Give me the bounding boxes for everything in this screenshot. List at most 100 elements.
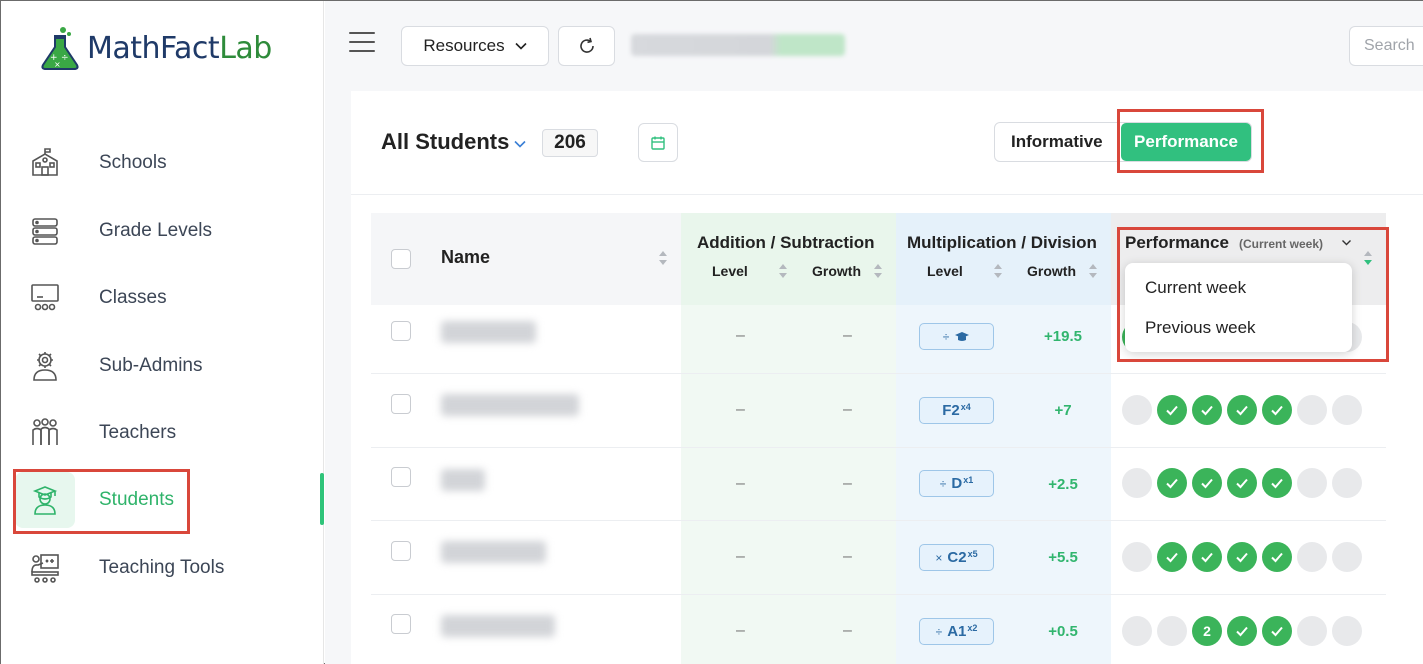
empty-dot <box>1297 468 1327 498</box>
resources-dropdown-button[interactable]: Resources <box>401 26 549 66</box>
check-dot-icon <box>1227 468 1257 498</box>
sort-icon[interactable] <box>993 263 1003 279</box>
check-dot-icon <box>1157 395 1187 425</box>
row-checkbox[interactable] <box>391 541 411 561</box>
operation-symbol: ÷ <box>935 624 943 639</box>
sidebar-item-classes[interactable]: Classes <box>1 270 324 326</box>
level-chip[interactable]: F2 x4 <box>919 397 994 424</box>
sidebar-item-label: Teaching Tools <box>99 557 225 578</box>
level-value: A1 <box>947 623 967 640</box>
addition-growth-value: – <box>843 475 852 492</box>
sort-icon[interactable] <box>873 263 883 279</box>
logo-text: MathFactLab <box>87 31 272 66</box>
sidebar-item-grade-levels[interactable]: Grade Levels <box>1 203 324 259</box>
empty-dot <box>1332 616 1362 646</box>
header-divider <box>351 194 1423 195</box>
sidebar-item-label: Sub-Admins <box>99 355 203 376</box>
name-column-header[interactable]: Name <box>441 247 490 268</box>
sidebar: + ÷ × MathFactLab Schools Grade Levels C… <box>1 1 324 664</box>
multiplication-growth-value: +5.5 <box>1048 549 1078 566</box>
flask-logo-icon: + ÷ × <box>41 27 79 70</box>
hamburger-menu-icon[interactable] <box>349 32 375 54</box>
student-name-blurred[interactable] <box>441 541 546 563</box>
chevron-down-icon <box>515 42 527 50</box>
students-highlight-box <box>13 469 190 534</box>
addition-header-cell <box>681 213 896 305</box>
performance-dots <box>1122 542 1362 572</box>
performance-dots <box>1122 395 1362 425</box>
addition-growth-value: – <box>843 327 852 344</box>
sidebar-item-label: Grade Levels <box>99 220 213 241</box>
operation-symbol: ÷ <box>942 329 950 344</box>
addition-level-header[interactable]: Level <box>712 263 748 279</box>
check-dot-icon <box>1192 395 1222 425</box>
empty-dot <box>1332 542 1362 572</box>
school-icon <box>27 146 63 180</box>
performance-column-highlight-box <box>1117 227 1389 362</box>
empty-dot <box>1332 395 1362 425</box>
logo-text-main: MathFact <box>87 30 220 66</box>
calendar-button[interactable] <box>638 123 678 162</box>
addition-level-value: – <box>736 327 745 344</box>
sort-icon[interactable] <box>658 250 668 266</box>
addition-level-value: – <box>736 475 745 492</box>
level-chip[interactable]: ÷ Dx1 <box>919 470 994 497</box>
sidebar-item-label: Schools <box>99 152 167 173</box>
teachers-icon <box>27 416 63 450</box>
sidebar-item-schools[interactable]: Schools <box>1 135 324 191</box>
student-name-blurred[interactable] <box>441 321 536 343</box>
multiplication-growth-header[interactable]: Growth <box>1027 263 1076 279</box>
refresh-button[interactable] <box>558 26 615 66</box>
level-chip[interactable]: ÷ A1 x2 <box>919 618 994 645</box>
chevron-down-icon[interactable] <box>513 137 527 151</box>
sort-icon[interactable] <box>778 263 788 279</box>
empty-dot <box>1122 616 1152 646</box>
performance-dots <box>1122 468 1362 498</box>
addition-growth-value: – <box>843 401 852 418</box>
row-divider <box>371 520 1386 521</box>
sidebar-item-teaching-tools[interactable]: Teaching Tools <box>1 540 324 596</box>
student-name-blurred[interactable] <box>441 394 579 416</box>
addition-level-value: – <box>736 401 745 418</box>
level-value: F2 <box>942 402 960 419</box>
row-divider <box>371 594 1386 595</box>
empty-dot <box>1157 616 1187 646</box>
check-dot-icon <box>1262 395 1292 425</box>
active-indicator <box>320 473 324 525</box>
check-dot-icon <box>1192 468 1222 498</box>
check-dot-icon <box>1262 468 1292 498</box>
addition-growth-header[interactable]: Growth <box>812 263 861 279</box>
student-name-blurred[interactable] <box>441 469 485 491</box>
row-checkbox[interactable] <box>391 321 411 341</box>
addition-level-value: – <box>736 548 745 565</box>
level-value: C2 <box>947 549 967 566</box>
level-chip[interactable]: × C2 x5 <box>919 544 994 571</box>
app-logo[interactable]: + ÷ × MathFactLab <box>39 23 272 73</box>
graduation-cap-icon <box>955 331 970 341</box>
row-checkbox[interactable] <box>391 394 411 414</box>
row-checkbox[interactable] <box>391 614 411 634</box>
layers-icon <box>27 214 63 248</box>
multiplication-level-header[interactable]: Level <box>927 263 963 279</box>
classroom-icon <box>27 281 63 315</box>
page-title[interactable]: All Students <box>381 129 509 155</box>
student-name-blurred[interactable] <box>441 615 555 637</box>
empty-dot <box>1297 395 1327 425</box>
content-gutter <box>325 91 351 664</box>
select-all-checkbox[interactable] <box>391 249 411 269</box>
sort-icon[interactable] <box>1088 263 1098 279</box>
row-checkbox[interactable] <box>391 467 411 487</box>
search-input[interactable]: Search <box>1349 26 1423 66</box>
school-selector-blurred[interactable] <box>631 34 845 56</box>
level-chip[interactable]: ÷ <box>919 323 994 350</box>
informative-toggle-button[interactable]: Informative <box>1011 132 1103 152</box>
addition-growth-value: – <box>843 548 852 565</box>
multiplication-growth-value: +2.5 <box>1048 476 1078 493</box>
check-dot-icon <box>1262 542 1292 572</box>
level-multiplier: x4 <box>960 401 971 412</box>
addition-growth-value: – <box>843 622 852 639</box>
sidebar-item-sub-admins[interactable]: Sub-Admins <box>1 338 324 394</box>
empty-dot <box>1122 395 1152 425</box>
sidebar-item-teachers[interactable]: Teachers <box>1 405 324 461</box>
level-multiplier: x5 <box>967 548 978 559</box>
